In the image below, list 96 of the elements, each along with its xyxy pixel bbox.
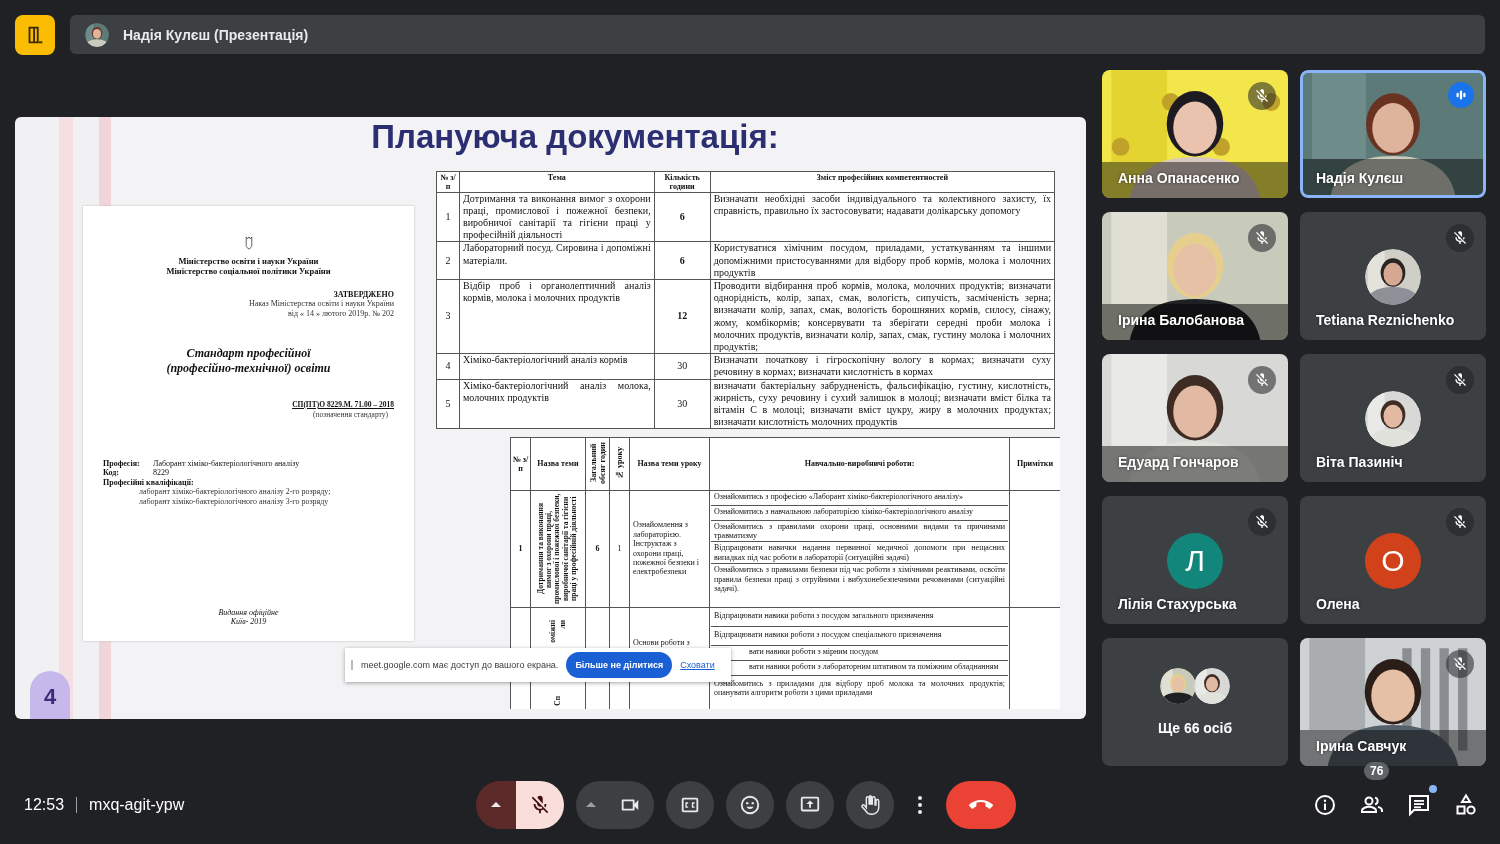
- table-cell: Проводити відбирання проб кормів, молока, молочних продуктів; визначати однорідність, колір, запах, смак, вологість, сипучість, засміченість зерна; визначати колір, запах, смак, вологість борошняних кормів, силосу, сінажу, жому, комбікормів; консервувати та зберігати середні проби молока і молочних продуктів, визначати колір, запах, смак, густину молока і молочних продуктів;: [710, 279, 1055, 354]
- table-cell: Дотримання та виконання вимог з охорони праці, промислової і пожежної безпеки, виробничої санітарії та гігієни праці у професійній діяльності: [459, 192, 655, 242]
- table-cell: Ознайомитись з навчальною лабораторією хіміко-бактеріологічного аналізу: [711, 505, 1008, 521]
- column-header: № уроку: [615, 446, 624, 479]
- table-cell: 6: [654, 241, 711, 280]
- table-cell-text: Ознайомитись з правилами безпеки під час роботи з хімічними реактивами, освоїти правила безпеки праці з отруйними і вибухонебезпечними речовинами (ситуаційні задачі).: [713, 564, 1006, 595]
- info-icon: [1313, 792, 1337, 817]
- column-header: № з/п: [510, 437, 531, 490]
- more-icon: [918, 795, 922, 814]
- approval-label: ЗАТВЕРДЖЕНО: [332, 289, 394, 299]
- chat-icon: [1407, 792, 1431, 817]
- stop-sharing-button[interactable]: Більше не ділитися: [566, 651, 673, 678]
- table-cell: 3: [436, 279, 460, 354]
- column-header: Зміст професійних компетентностей: [710, 171, 1055, 192]
- table-cell: 12: [654, 279, 711, 354]
- table-cell: Відбір проб і органолептичний аналіз кормів, молока і молочних продуктів: [459, 279, 655, 354]
- captions-button[interactable]: [666, 780, 714, 829]
- microphone-button[interactable]: [516, 780, 564, 829]
- shapes-icon: [1454, 792, 1478, 817]
- clock-time: 12:53: [24, 795, 65, 814]
- order-line: від « 14 » лютого 2019р. № 202: [286, 308, 394, 318]
- ministry-name: Міністерство соціальної політики України: [165, 265, 332, 276]
- table-cell: Користуватися хімічним посудом, приладами, устаткуванням та іншими допоміжними пристосуваннями для відбору проб кормів, молока і молочних продуктів: [710, 241, 1055, 280]
- participant-name: Лілія Стахурська: [1118, 596, 1237, 612]
- participant-name: Надія Кулєш: [1316, 170, 1404, 186]
- leave-call-button[interactable]: [946, 780, 1016, 829]
- emoji-icon: [739, 793, 761, 816]
- present-button[interactable]: [786, 780, 834, 829]
- publication-note: Київ- 2019: [229, 617, 268, 627]
- table-cell: Ознайомитись з правилами охорони праці, основними видами та причинами травматизму: [711, 520, 1008, 543]
- qualification-line: лаборант хіміко-бактеріологічного аналізу 3-го розряду: [138, 496, 330, 506]
- raise-hand-button[interactable]: [846, 780, 894, 829]
- participant-name: Едуард Гончаров: [1118, 454, 1239, 470]
- table-cell: 6: [585, 490, 610, 607]
- participant-name: Олена: [1316, 596, 1360, 612]
- page-number: 4: [30, 670, 70, 719]
- avatar-initial: Л: [1167, 533, 1223, 589]
- qualification-line: лаборант хіміко-бактеріологічного аналізу 2-го розряду;: [138, 487, 332, 497]
- hand-icon: [859, 793, 881, 816]
- field-label: Код:: [103, 468, 120, 478]
- field-value: 8229: [153, 468, 169, 478]
- table-cell: Визначати необхідні засоби індивідуального та колективного захисту, їх справність, правильно їх застосовувати; надавати долікарську допомогу: [710, 192, 1055, 242]
- table-cell: 2: [436, 241, 460, 280]
- order-line: Наказ Міністерства освіти і науки України: [247, 299, 394, 309]
- more-participants-label: Ще 66 осіб: [1156, 720, 1234, 736]
- chat-button[interactable]: [1407, 792, 1431, 817]
- publication-note: Видання офіційне: [217, 607, 280, 617]
- table-cell: 6: [654, 192, 711, 242]
- meeting-details-button[interactable]: [1313, 792, 1337, 817]
- presenter-name: Надія Кулєш (Презентація): [123, 26, 309, 43]
- table-cell-text: Ознайомитись з приладами для відбору проб молока та молочних продуктів; опанувати алгоритм роботи з цими приладами: [713, 677, 1006, 699]
- activities-button[interactable]: [1454, 792, 1478, 817]
- app-logo[interactable]: [15, 15, 55, 55]
- column-header: Назва теми уроку: [629, 437, 710, 490]
- mic-off-icon: [529, 793, 551, 816]
- column-header: Назва теми: [530, 437, 586, 490]
- meeting-code: mxq-agit-ypw: [89, 795, 185, 814]
- caret-icon: [491, 802, 501, 807]
- camera-button[interactable]: [606, 780, 654, 829]
- table-cell: Ознайомитись з професією «Лаборант хіміко-бактеріологічного аналізу»: [711, 490, 1008, 506]
- participant-name: Tetiana Reznichenko: [1316, 312, 1455, 328]
- caret-icon: [586, 802, 596, 807]
- table-cell: Лабораторний посуд. Сировина і допоміжні матеріали.: [459, 241, 655, 280]
- table-cell: Відпрацювати навики роботи з посудом загального призначення: [711, 607, 1008, 627]
- column-header: Навчально-виробничі роботи:: [709, 437, 1010, 490]
- column-header: № з/п: [436, 171, 460, 192]
- table-cell: Відпрацювати навики роботи з посудом спеціального призначення: [711, 626, 1008, 646]
- standard-title: (професійно-технічної) освіти: [165, 361, 332, 376]
- participant-name: Віта Пазиніч: [1316, 454, 1403, 470]
- table-cell: 30: [654, 379, 711, 429]
- standard-title: Стандарт професійної: [185, 346, 312, 361]
- table-cell: 1: [510, 490, 531, 607]
- table-cell: 1: [609, 490, 630, 607]
- table-cell: Ознайомлення з лабораторією. Інструктаж з охорони праці, пожежної безпеки і електробезпеки: [629, 490, 710, 607]
- field-value: Лаборант хіміко-бактеріологічного аналізу: [153, 458, 300, 468]
- participant-name: Анна Опанасенко: [1118, 170, 1240, 186]
- reactions-button[interactable]: [726, 780, 774, 829]
- table-cell: Хіміко-бактеріологічний аналіз молока, молочних продуктів: [459, 379, 655, 429]
- participant-name: Ірина Савчук: [1316, 738, 1407, 754]
- column-header: Кількість години: [654, 171, 711, 192]
- table-cell: 1: [436, 192, 460, 242]
- table-cell: 30: [654, 353, 711, 380]
- column-header: Тема: [459, 171, 655, 192]
- table-cell: визначати бактеріальну забрудненість, фальсифікацію, густину, кислотність, жирність, суху речовину і сухий залишок в молоці; визначати вміст білка та вітамін С в молоці; визначати вміст цукру, жиру в молочних продуктах; визначати кислотність молочних продуктів: [710, 379, 1055, 429]
- slide-title: Плануюча документація:: [370, 116, 780, 157]
- field-label: Професія:: [103, 458, 141, 468]
- table-cell: 4: [436, 353, 460, 380]
- ministry-name: Міністерство освіти і науки України: [177, 255, 320, 266]
- column-header: Загальний обсяг годин: [588, 440, 607, 486]
- table-cell: Відпрацювати навички надання первинної медичної допомоги при нещасних випадках під час роботи в лабораторії (ситуаційні задачі): [711, 542, 1008, 565]
- avatar-initial: О: [1365, 533, 1421, 589]
- notice-text: meet.google.com має доступ до вашого екрана.: [361, 659, 559, 670]
- table-cell: 5: [436, 379, 460, 429]
- column-header: Примітки: [1009, 437, 1060, 490]
- table-cell: Хіміко-бактеріологічний аналіз кормів: [459, 353, 655, 380]
- field-label: Професійні кваліфікації:: [103, 477, 194, 487]
